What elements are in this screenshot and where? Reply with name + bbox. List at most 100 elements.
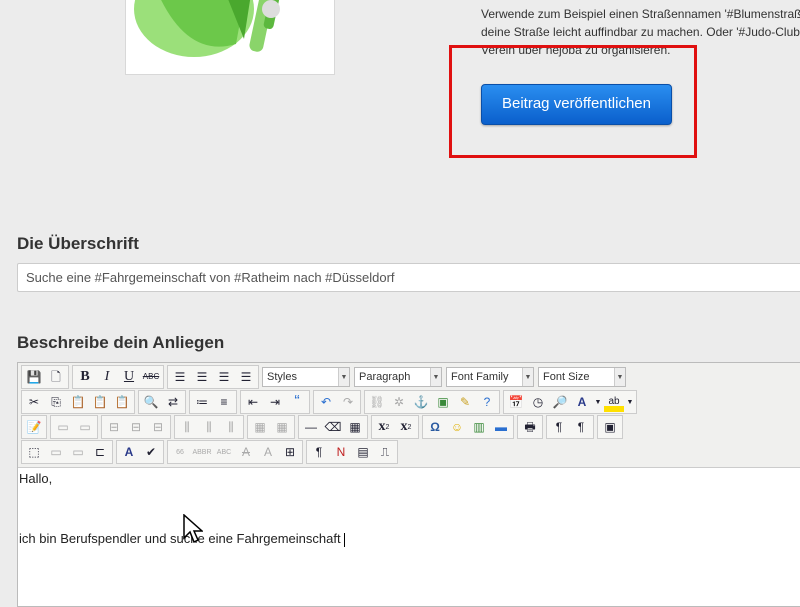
link-icon[interactable]: ⛓ [367,392,387,412]
preview-icon[interactable]: 🔎 [550,392,570,412]
spellcheck-icon[interactable]: ✔ [141,442,161,462]
advanced-hr-icon[interactable]: ▬ [491,417,511,437]
undo-icon[interactable]: ↶ [316,392,336,412]
align-left-icon[interactable]: ☰ [170,367,190,387]
table-cell-props-icon[interactable]: ▭ [75,417,95,437]
media-icon[interactable]: ▥ [469,417,489,437]
chevron-down-icon: ▼ [430,368,441,386]
insert-text-icon[interactable]: A [258,442,278,462]
mouse-pointer-icon [183,514,203,544]
cleanup-icon[interactable]: ✎ [455,392,475,412]
text-color-icon[interactable]: A [572,392,592,412]
image-icon[interactable]: ▣ [433,392,453,412]
insert-row-after-icon[interactable]: ⊟ [126,417,146,437]
chevron-down-icon[interactable]: ▼ [594,392,602,412]
superscript-icon[interactable]: x2 [396,417,416,437]
anchor-icon[interactable]: ⚓ [411,392,431,412]
insert-time-icon[interactable]: ◷ [528,392,548,412]
rich-text-editor[interactable]: 💾 🗋 B I U ABC ☰ ☰ ☰ ☰ Styles ▼ Paragraph ▼ [17,362,800,607]
delete-col-icon[interactable]: ⫼ [221,417,241,437]
insert-col-after-icon[interactable]: ⫼ [199,417,219,437]
rtl-icon[interactable]: ¶ [571,417,591,437]
cut-icon[interactable]: ✂ [24,392,44,412]
font-size-select[interactable]: Font Size ▼ [538,367,626,387]
align-right-icon[interactable]: ☰ [214,367,234,387]
cite-icon[interactable]: 66 [170,442,190,462]
bold-icon[interactable]: B [75,367,95,387]
move-forward-icon[interactable]: ▭ [46,442,66,462]
paragraph-select[interactable]: Paragraph ▼ [354,367,442,387]
paste-word-icon[interactable]: 📋 [112,392,132,412]
help-icon[interactable]: ? [477,392,497,412]
indent-icon[interactable]: ⇥ [265,392,285,412]
pagebreak-icon[interactable]: ⎍ [375,442,395,462]
align-center-icon[interactable]: ☰ [192,367,212,387]
outdent-icon[interactable]: ⇤ [243,392,263,412]
strikethrough-icon[interactable]: ABC [141,367,161,387]
font-family-select[interactable]: Font Family ▼ [446,367,534,387]
insert-row-before-icon[interactable]: ⊟ [104,417,124,437]
abbr-icon[interactable]: ABBR [192,442,212,462]
save-icon[interactable]: 💾 [24,367,44,387]
chevron-down-icon[interactable]: ▼ [626,392,634,412]
merge-cells-icon[interactable]: ▦ [272,417,292,437]
horizontal-rule-icon[interactable]: — [301,417,321,437]
new-document-icon[interactable]: 🗋 [46,367,66,387]
paste-icon[interactable]: 📋 [68,392,88,412]
fullscreen-icon[interactable]: ▣ [600,417,620,437]
editor-content[interactable]: Hallo, ich bin Berufspendler und suche e… [18,468,800,606]
unlink-icon[interactable]: ✲ [389,392,409,412]
insert-date-icon[interactable]: 📅 [506,392,526,412]
eraser-icon[interactable]: ⌫ [323,417,343,437]
font-family-select-label: Font Family [451,371,509,383]
chevron-down-icon: ▼ [614,368,625,386]
intro-line-1: Verwende zum Beispiel einen Straßennamen… [481,7,800,21]
editor-line-2: ich bin Berufspendler und suche eine Fah… [19,531,345,547]
blockquote-icon[interactable]: “ [287,392,307,412]
title-heading: Die Überschrift [17,234,139,253]
move-backward-icon[interactable]: ▭ [68,442,88,462]
intro-line-2: deine Straße leicht auffindbar zu machen… [481,25,800,39]
nonbreaking-icon[interactable]: N [331,442,351,462]
edit-icon[interactable]: 📝 [24,417,44,437]
insert-layer-icon[interactable]: ⬚ [24,442,44,462]
font-size-select-label: Font Size [543,371,590,383]
special-char-icon[interactable]: Ω [425,417,445,437]
align-justify-icon[interactable]: ☰ [236,367,256,387]
emoticon-icon[interactable]: ☺ [447,417,467,437]
table-row-props-icon[interactable]: ▭ [53,417,73,437]
italic-icon[interactable]: I [97,367,117,387]
publish-button[interactable]: Beitrag veröffentlichen [481,84,672,125]
delete-row-icon[interactable]: ⊟ [148,417,168,437]
table-icon[interactable]: ▦ [345,417,365,437]
bullet-list-icon[interactable]: ≔ [192,392,212,412]
redo-icon[interactable]: ↷ [338,392,358,412]
template-icon[interactable]: ▤ [353,442,373,462]
delete-text-icon[interactable]: A [236,442,256,462]
attribs-icon[interactable]: ⊞ [280,442,300,462]
styles-select[interactable]: Styles ▼ [262,367,350,387]
editor-line-1: Hallo, [19,471,53,486]
ltr-icon[interactable]: ¶ [549,417,569,437]
find-icon[interactable]: 🔍 [141,392,161,412]
paragraph-select-label: Paragraph [359,371,411,383]
split-cells-icon[interactable]: ▦ [250,417,270,437]
styleprops-icon[interactable]: A [119,442,139,462]
highlight-color-icon[interactable]: ab [604,392,624,412]
styles-select-label: Styles [267,371,297,383]
copy-icon[interactable]: ⎘ [46,392,66,412]
underline-icon[interactable]: U [119,367,139,387]
editor-line-2-text: ich bin Berufspendler und suche eine Fah… [19,531,341,546]
replace-icon[interactable]: ⇄ [163,392,183,412]
print-icon[interactable]: 🖶 [520,417,540,437]
title-input[interactable] [17,263,800,292]
insert-col-before-icon[interactable]: ⫼ [177,417,197,437]
paste-text-icon[interactable]: 📋 [90,392,110,412]
absolute-icon[interactable]: ⊏ [90,442,110,462]
visual-chars-icon[interactable]: ¶ [309,442,329,462]
subscript-icon[interactable]: x2 [374,417,394,437]
acronym-icon[interactable]: ABC [214,442,234,462]
editor-toolbar: 💾 🗋 B I U ABC ☰ ☰ ☰ ☰ Styles ▼ Paragraph ▼ [18,363,800,468]
text-cursor [343,532,345,547]
numbered-list-icon[interactable]: ≡ [214,392,234,412]
